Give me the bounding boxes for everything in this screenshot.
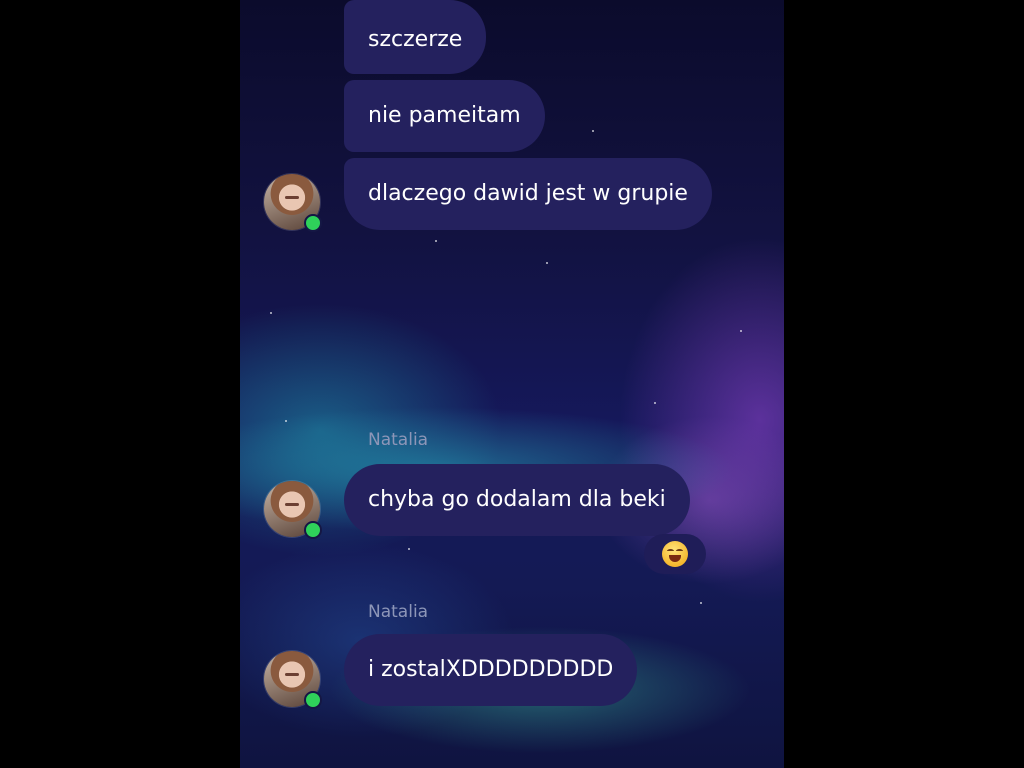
star bbox=[546, 262, 548, 264]
message-text: chyba go dodalam dla beki bbox=[368, 487, 666, 512]
online-dot-icon bbox=[304, 691, 322, 709]
sender-name: Natalia bbox=[368, 602, 429, 622]
message-bubble[interactable]: dlaczego dawid jest w grupie bbox=[344, 158, 712, 230]
sender-name: Natalia bbox=[368, 430, 429, 450]
message-reaction[interactable] bbox=[644, 534, 706, 574]
message-bubble[interactable]: nie pameitam bbox=[344, 80, 545, 152]
star bbox=[270, 312, 272, 314]
message-bubble[interactable]: i zostalXDDDDDDDDD bbox=[344, 634, 638, 706]
star bbox=[592, 130, 594, 132]
screen: szczerze nie pameitam dlaczego dawid jes… bbox=[0, 0, 1024, 768]
message-text: szczerze bbox=[368, 27, 463, 52]
online-dot-icon bbox=[304, 521, 322, 539]
chat-window[interactable]: szczerze nie pameitam dlaczego dawid jes… bbox=[240, 0, 784, 768]
message-bubble[interactable]: szczerze bbox=[344, 0, 487, 74]
online-dot-icon bbox=[304, 214, 322, 232]
star bbox=[654, 402, 656, 404]
laughing-face-emoji-icon bbox=[662, 541, 688, 567]
star bbox=[740, 330, 742, 332]
avatar[interactable] bbox=[264, 481, 322, 539]
avatar[interactable] bbox=[264, 174, 322, 232]
message-text: nie pameitam bbox=[368, 103, 521, 128]
star bbox=[408, 548, 410, 550]
star bbox=[435, 240, 437, 242]
avatar[interactable] bbox=[264, 651, 322, 709]
message-text: dlaczego dawid jest w grupie bbox=[368, 181, 688, 206]
message-text: i zostalXDDDDDDDDD bbox=[368, 657, 614, 682]
star bbox=[700, 602, 702, 604]
star bbox=[285, 420, 287, 422]
message-bubble[interactable]: chyba go dodalam dla beki bbox=[344, 464, 690, 536]
